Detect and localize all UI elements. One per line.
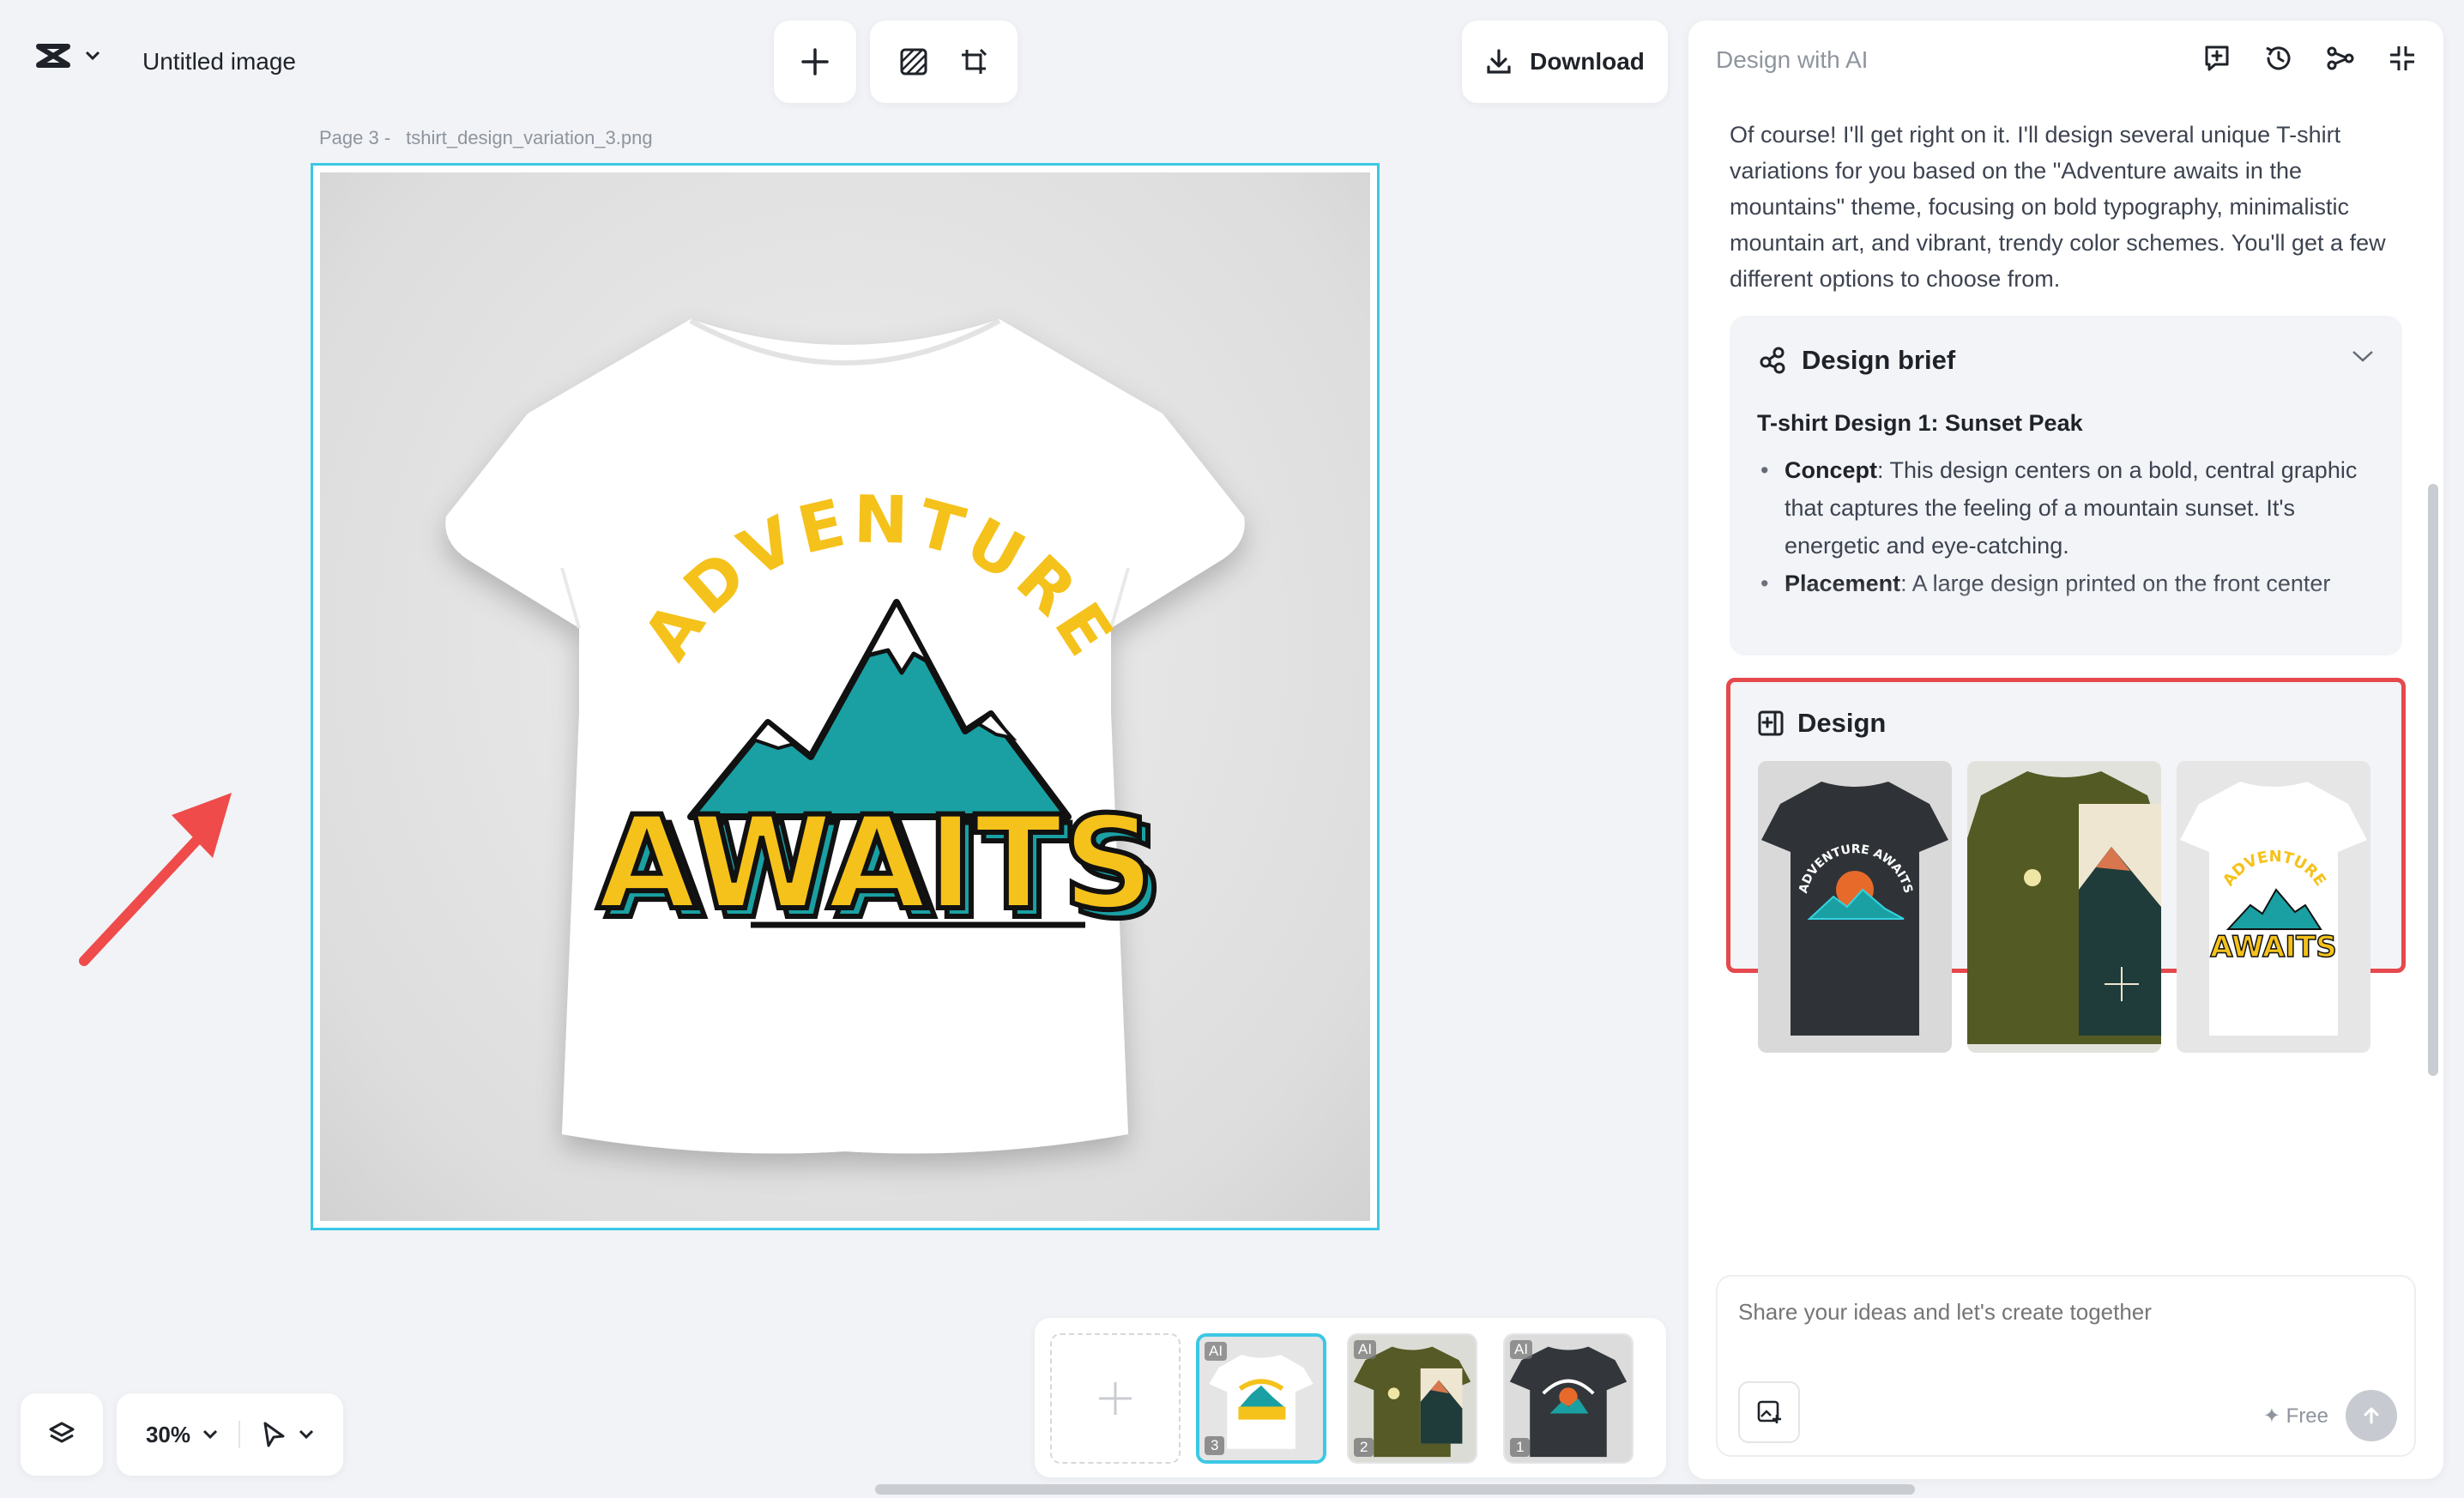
horizontal-scrollbar[interactable]: [875, 1484, 1915, 1495]
chevron-down-icon: [85, 51, 100, 61]
history-icon[interactable]: [2263, 43, 2294, 74]
list-item: Concept: This design centers on a bold, …: [1757, 451, 2358, 565]
cursor-select-icon[interactable]: [261, 1421, 287, 1448]
capcut-logo-icon: [36, 44, 70, 68]
chat-input[interactable]: [1738, 1299, 2390, 1326]
design-image: [1967, 761, 2161, 1053]
page-thumbnail-3[interactable]: AI 3: [1196, 1333, 1326, 1464]
tshirt-mockup: ADVENTURE AWAITS AWAITS: [445, 318, 1245, 1154]
app-logo-menu[interactable]: [34, 41, 101, 70]
list-item-label: Concept: [1785, 457, 1877, 483]
fade-overlay: [1730, 578, 2402, 655]
zoom-level[interactable]: 30%: [146, 1422, 190, 1448]
design-brief-subtitle: T-shirt Design 1: Sunset Peak: [1757, 410, 2083, 436]
page-thumbnail-1[interactable]: AI 1: [1503, 1333, 1634, 1464]
file-name: tshirt_design_variation_3.png: [406, 127, 653, 148]
divider: [239, 1421, 241, 1448]
chevron-down-icon[interactable]: [2351, 348, 2375, 364]
design-results-card: Design ADVENTURE AWAITS ADVENTURE AWAITS: [1726, 678, 2406, 1053]
page-label: Page 3 - tshirt_design_variation_3.png: [319, 127, 668, 149]
attach-image-button[interactable]: [1738, 1381, 1800, 1443]
design-with-ai-panel: Design with AI Of course! I'll get right…: [1688, 21, 2443, 1479]
arrow-up-icon: [2364, 1407, 2379, 1424]
download-icon: [1487, 49, 1511, 74]
shirt-text-bottom: AWAITS: [597, 789, 1155, 939]
design-image: ADVENTURE AWAITS: [1758, 761, 1952, 1053]
canvas-image: ADVENTURE AWAITS AWAITS: [320, 172, 1370, 1221]
layers-icon: [49, 1422, 75, 1443]
chevron-down-icon[interactable]: [202, 1429, 218, 1440]
design-brief-card[interactable]: Design brief T-shirt Design 1: Sunset Pe…: [1730, 316, 2402, 655]
collapse-icon[interactable]: [2387, 43, 2418, 74]
download-button[interactable]: Download: [1462, 21, 1668, 103]
plus-icon: [801, 48, 829, 76]
panel-actions: [2201, 43, 2418, 74]
page-thumbnail-strip: AI 3 AI 2 AI 1: [1035, 1318, 1666, 1477]
canvas-tools: [870, 21, 1018, 103]
page-number-badge: 3: [1205, 1436, 1225, 1455]
design-result-charcoal[interactable]: ADVENTURE AWAITS: [1758, 761, 1952, 1053]
new-chat-icon[interactable]: [2201, 43, 2232, 74]
add-image-icon: [1757, 1400, 1781, 1423]
page-number: Page 3 -: [319, 127, 391, 148]
mini-text: AWAITS: [2210, 930, 2336, 964]
design-brief-title: Design brief: [1802, 345, 1956, 375]
plus-icon: [1099, 1382, 1132, 1415]
annotation-arrow-icon: [79, 793, 232, 966]
page-number-badge: 1: [1510, 1438, 1531, 1457]
download-label: Download: [1530, 48, 1645, 75]
canvas-selection-frame[interactable]: ADVENTURE AWAITS AWAITS: [311, 163, 1380, 1230]
add-button[interactable]: [774, 21, 856, 103]
design-add-icon: [1758, 710, 1784, 736]
document-title[interactable]: Untitled image: [142, 48, 296, 76]
chat-composer: ✦ Free: [1716, 1275, 2416, 1457]
ai-badge: AI: [1205, 1342, 1228, 1361]
add-page-button[interactable]: [1050, 1333, 1181, 1464]
ai-badge: AI: [1510, 1340, 1533, 1359]
panel-title: Design with AI: [1716, 46, 1869, 73]
design-header: Design: [1756, 708, 1886, 739]
design-image: ADVENTURE AWAITS: [2177, 761, 2370, 1053]
transparent-background-icon[interactable]: [899, 47, 928, 76]
layers-button[interactable]: [21, 1393, 103, 1476]
design-brief-header: Design brief: [1757, 345, 1955, 376]
page-thumbnail-2[interactable]: AI 2: [1347, 1333, 1477, 1464]
zoom-controls: 30%: [117, 1393, 343, 1476]
workflow-icon[interactable]: [2325, 43, 2356, 74]
assistant-message: Of course! I'll get right on it. I'll de…: [1730, 122, 2386, 292]
brief-nodes-icon: [1760, 347, 1785, 374]
chevron-down-icon[interactable]: [299, 1429, 314, 1440]
page-number-badge: 2: [1354, 1438, 1374, 1457]
design-result-white[interactable]: ADVENTURE AWAITS: [2177, 761, 2370, 1053]
resize-canvas-icon[interactable]: [959, 47, 988, 76]
ai-badge: AI: [1354, 1340, 1377, 1359]
design-title: Design: [1797, 708, 1887, 738]
design-result-olive[interactable]: [1967, 761, 2161, 1053]
send-button[interactable]: [2346, 1390, 2397, 1441]
free-label: ✦ Free: [2262, 1404, 2328, 1428]
vertical-scrollbar[interactable]: [2428, 484, 2438, 1076]
